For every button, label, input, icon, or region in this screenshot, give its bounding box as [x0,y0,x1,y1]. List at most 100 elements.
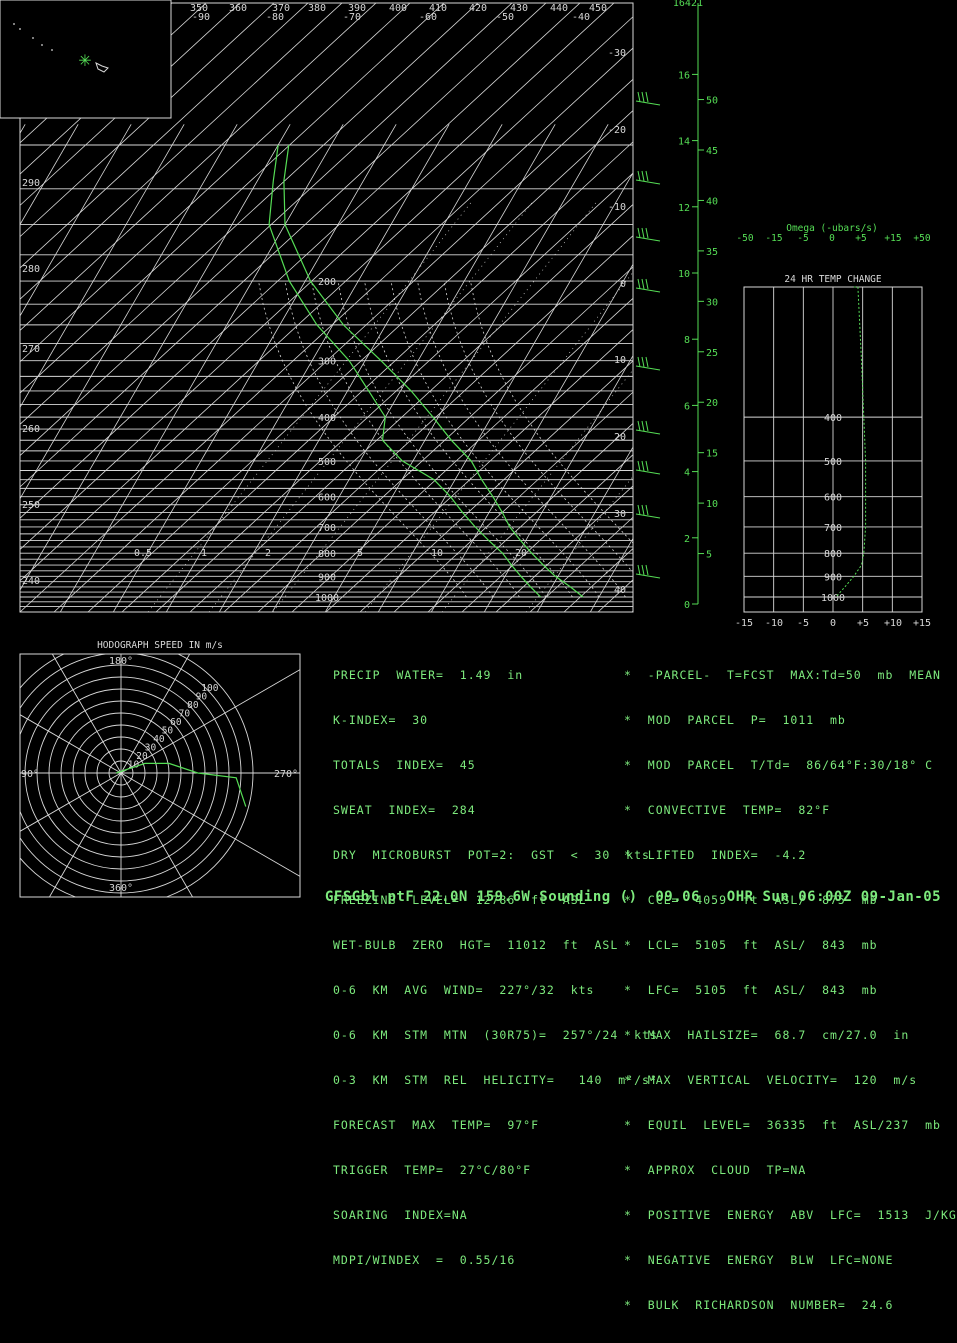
omega-tick-label: -5 [797,233,808,244]
stat-line: * EQUIL LEVEL= 36335 ft ASL/237 mb [624,1118,941,1132]
stat-line: * MAX HAILSIZE= 68.7 cm/27.0 in [624,1028,910,1042]
stat-line: K-INDEX= 30 [333,713,429,727]
top-temp-label: -70 [343,12,361,23]
stat-line: MDPI/WINDEX = 0.55/16 [333,1253,516,1267]
stats-right-block: * -PARCEL- T=FCST MAX:Td=50 mb MEAN * MO… [624,638,957,1343]
theta-label: 380 [308,3,326,14]
right-temp-label: 20 [614,432,626,443]
height-km-label: 8 [684,335,690,346]
pressure-label: 200 [318,277,336,288]
temp-change-p-label: 400 [824,413,842,424]
stat-line: * MAX VERTICAL VELOCITY= 120 m/s [624,1073,918,1087]
temp-change-p-label: 900 [824,572,842,583]
height-kft-label: 15 [706,449,718,460]
height-kft-label: 25 [706,348,718,359]
stat-line: WET-BULB ZERO HGT= 11012 ft ASL [333,938,619,952]
right-temp-label: -20 [608,125,626,136]
mixing-ratio-label: 20 [515,548,527,559]
stat-line: SOARING INDEX=NA [333,1208,468,1222]
top-temp-label: -60 [419,12,437,23]
stats-left-block: PRECIP WATER= 1.49 in K-INDEX= 30 TOTALS… [333,638,658,1298]
right-temp-label: 10 [614,355,626,366]
height-km-label: 14 [678,137,690,148]
hodograph-dir-label: 360° [109,883,133,894]
height-km-label: 4 [684,468,690,479]
height-kft-label: 45 [706,146,718,157]
island-dot [41,44,43,46]
theta-label: 420 [469,3,487,14]
sounding-footer: GFSGbl ptF 22.0N 159.6W Sounding () 09.0… [325,889,942,905]
sounding-display: 350 360 370 380 390 400 410 420 430 440 450 -90 -80-… [0,0,957,1312]
stat-line: * MOD PARCEL P= 1011 mb [624,713,846,727]
island-dot [32,37,34,39]
mixing-ratio-label: 5 [357,548,363,559]
theta-label: 400 [389,3,407,14]
temp-change-x-tick: +15 [913,618,931,629]
right-temp-label: 30 [614,509,626,520]
right-temp-label: 0 [620,279,626,290]
top-temp-label: -90 [192,12,210,23]
island-dot [51,49,53,51]
pressure-label: 900 [318,572,336,583]
stat-line: * LFC= 5105 ft ASL/ 843 mb [624,983,878,997]
stat-line: * NEGATIVE ENERGY BLW LFC=NONE [624,1253,894,1267]
right-temp-label: -30 [608,48,626,59]
omega-tick-label: +5 [855,233,866,244]
height-km-label: 0 [684,600,690,611]
stat-line: 0-6 KM AVG WIND= 227°/32 kts [333,983,595,997]
stat-line: * APPROX CLOUD TP=NA [624,1163,807,1177]
mixing-ratio-label: 2 [265,548,271,559]
height-kft-label: 20 [706,398,718,409]
temp-change-x-tick: -5 [797,618,809,629]
right-temp-label: 40 [614,585,626,596]
left-theta-label: 240 [22,576,40,587]
pressure-label: 600 [318,493,336,504]
height-kft-label: 35 [706,247,718,258]
mixing-ratio-label: 10 [431,548,443,559]
pressure-label: 300 [318,357,336,368]
temp-change-x-tick: +10 [884,618,902,629]
temp-change-p-label: 1000 [821,593,845,604]
temp-change-p-label: 800 [824,549,842,560]
pressure-label: 700 [318,523,336,534]
stat-line: * POSITIVE ENERGY ABV LFC= 1513 J/KG [624,1208,957,1222]
theta-label: 450 [589,3,607,14]
height-kft-label: 50 [706,96,718,107]
pressure-label: 400 [318,413,336,424]
location-marker: ✳ [78,51,91,70]
stat-line: FORECAST MAX TEMP= 97°F [333,1118,540,1132]
temp-change-x-tick: -10 [765,618,783,629]
omega-tick-label: +50 [913,233,930,244]
height-km-label: 2 [684,534,690,545]
hodograph-dir-label: 270° [274,769,298,780]
stat-line: * -PARCEL- T=FCST MAX:Td=50 mb MEAN [624,668,941,682]
theta-label: 360 [229,3,247,14]
left-theta-label: 290 [22,178,40,189]
temp-change-title: 24 HR TEMP CHANGE [784,274,882,285]
stat-line: * BULK RICHARDSON NUMBER= 24.6 [624,1298,894,1312]
island-dot [19,28,21,30]
omega-tick-label: -15 [765,233,782,244]
temp-change-x-tick: +5 [857,618,869,629]
stat-line: 0-3 KM STM REL HELICITY= 140 m²/s² [333,1073,658,1087]
stat-line: * LIFTED INDEX= -4.2 [624,848,807,862]
theta-label: 440 [550,3,568,14]
stat-line: TOTALS INDEX= 45 [333,758,476,772]
stat-line: SWEAT INDEX= 284 [333,803,476,817]
hodograph-ring-label: 100 [201,683,218,694]
hodograph-title: HODOGRAPH SPEED IN m/s [97,640,223,651]
stat-line: PRECIP WATER= 1.49 in [333,668,524,682]
height-km-label: 12 [678,203,690,214]
left-theta-label: 270 [22,344,40,355]
left-theta-label: 250 [22,500,40,511]
temp-change-p-label: 700 [824,523,842,534]
mixing-ratio-label: 0.5 [134,548,152,559]
height-kft-label: 30 [706,297,718,308]
temp-change-p-label: 500 [824,457,842,468]
top-temp-label: -80 [266,12,284,23]
right-temp-label: -10 [608,202,626,213]
hodograph-dir-label: 180° [109,656,133,667]
stat-line: * MOD PARCEL T/Td= 86/64°F:30/18° C [624,758,934,772]
stat-line: * CONVECTIVE TEMP= 82°F [624,803,831,817]
mixing-ratio-label: 1 [201,548,207,559]
